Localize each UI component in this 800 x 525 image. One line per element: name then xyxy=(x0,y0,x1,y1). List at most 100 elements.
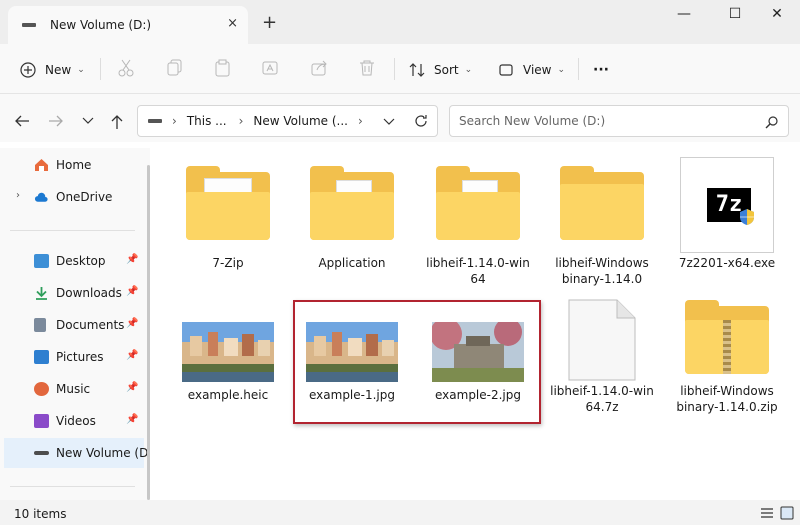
refresh-icon[interactable] xyxy=(414,114,428,128)
drive-icon xyxy=(22,23,36,27)
pin-icon: 📌 xyxy=(126,318,139,329)
sidebar-item-onedrive[interactable]: › OneDrive xyxy=(4,182,144,212)
details-view-icon[interactable] xyxy=(760,506,774,520)
file-name-line1: libheif-1.14.0-win xyxy=(426,256,530,270)
pin-icon: 📌 xyxy=(126,382,139,393)
sidebar-item-label: Music xyxy=(56,382,91,396)
pin-icon: 📌 xyxy=(126,414,139,425)
divider xyxy=(10,230,135,231)
sidebar-item-downloads[interactable]: Downloads 📌 xyxy=(4,278,144,308)
exe-icon: 7z xyxy=(680,157,774,253)
view-button[interactable]: View ⌄ xyxy=(498,58,565,82)
sidebar-item-home[interactable]: Home xyxy=(4,150,144,180)
sidebar-item-label: Downloads xyxy=(56,286,122,300)
address-bar[interactable]: › This ... › New Volume (... › xyxy=(137,105,438,137)
file-item-libheif-7z[interactable]: libheif-1.14.0-win 64.7z xyxy=(547,298,657,418)
view-icon xyxy=(499,64,513,76)
sidebar-item-label: Home xyxy=(56,158,92,172)
cloud-icon xyxy=(34,192,48,202)
file-name: 7-Zip xyxy=(212,256,244,270)
sidebar-item-label: Videos xyxy=(56,414,96,428)
sidebar-item-label: OneDrive xyxy=(56,190,113,204)
file-name-line2: 64.7z xyxy=(585,400,619,414)
cut-icon[interactable] xyxy=(118,59,134,77)
sidebar-item-label: Desktop xyxy=(56,254,106,268)
rename-icon[interactable] xyxy=(262,59,280,77)
photo-thumbnail xyxy=(182,322,274,382)
back-arrow-icon[interactable] xyxy=(14,114,30,128)
sidebar-item-new-volume[interactable]: New Volume (D:) xyxy=(4,438,157,468)
file-name: example.heic xyxy=(187,388,269,402)
command-bar: New ⌄ Sort ⌄ View ⌄ ··· xyxy=(0,44,800,94)
sidebar-item-pictures[interactable]: Pictures 📌 xyxy=(4,342,144,372)
forward-arrow-icon[interactable] xyxy=(48,114,64,128)
divider xyxy=(578,58,579,80)
pin-icon: 📌 xyxy=(126,350,139,361)
new-tab-button[interactable]: + xyxy=(262,12,277,33)
file-item-application[interactable]: Application xyxy=(297,160,407,280)
close-window-button[interactable]: ✕ xyxy=(757,6,797,28)
video-icon xyxy=(34,414,49,428)
chevron-down-icon: ⌄ xyxy=(77,65,85,75)
expand-chevron-icon[interactable]: › xyxy=(16,190,20,201)
search-icon[interactable] xyxy=(765,115,779,129)
search-box[interactable]: Search New Volume (D:) xyxy=(449,105,789,137)
tab-new-volume[interactable]: New Volume (D:) × xyxy=(8,6,248,44)
sort-button[interactable]: Sort ⌄ xyxy=(409,58,472,82)
divider xyxy=(394,58,395,80)
music-icon xyxy=(34,382,49,396)
file-item-libheif-win64[interactable]: libheif-1.14.0-win 64 xyxy=(423,160,533,286)
title-bar: New Volume (D:) × + — ☐ ✕ xyxy=(0,0,800,44)
document-icon xyxy=(34,318,46,332)
file-item-libheif-windows-binary[interactable]: libheif-Windows binary-1.14.0 xyxy=(547,160,657,286)
breadcrumb-new-volume[interactable]: New Volume (... xyxy=(253,114,348,128)
file-item-7zip[interactable]: 7-Zip xyxy=(173,160,283,280)
folder-icon xyxy=(310,166,394,240)
maximize-button[interactable]: ☐ xyxy=(715,6,755,28)
delete-icon[interactable] xyxy=(359,59,375,77)
address-history-chevron-icon[interactable] xyxy=(383,118,395,126)
file-name-line2: binary-1.14.0.zip xyxy=(676,400,778,414)
sidebar-item-label: New Volume (D:) xyxy=(56,446,158,460)
share-icon[interactable] xyxy=(311,59,329,77)
large-icons-view-icon[interactable] xyxy=(780,506,794,520)
paste-icon[interactable] xyxy=(215,59,231,77)
file-item-libheif-zip[interactable]: libheif-Windows binary-1.14.0.zip xyxy=(672,298,782,418)
breadcrumb-this-pc[interactable]: This ... xyxy=(187,114,227,128)
file-item-7z-installer[interactable]: 7z 7z2201-x64.exe xyxy=(672,155,782,280)
minimize-button[interactable]: — xyxy=(664,6,704,28)
folder-icon xyxy=(186,166,270,240)
file-name-line1: libheif-Windows xyxy=(555,256,649,270)
drive-icon xyxy=(34,451,49,455)
file-name: 7z2201-x64.exe xyxy=(678,256,776,270)
copy-icon[interactable] xyxy=(167,59,183,77)
chevron-down-icon: ⌄ xyxy=(557,65,566,75)
up-arrow-icon[interactable] xyxy=(110,114,124,130)
divider xyxy=(10,486,135,487)
sort-label: Sort xyxy=(434,63,459,77)
chevron-down-icon: ⌄ xyxy=(464,65,473,75)
item-count: 10 items xyxy=(14,507,67,521)
download-icon xyxy=(36,287,47,300)
plus-circle-icon xyxy=(20,62,36,78)
sidebar-item-label: Documents xyxy=(56,318,125,332)
sidebar-item-music[interactable]: Music 📌 xyxy=(4,374,144,404)
sidebar-item-desktop[interactable]: Desktop 📌 xyxy=(4,246,144,276)
pin-icon: 📌 xyxy=(126,286,139,297)
navigation-pane: Home › OneDrive Desktop 📌 Downloads 📌 Do… xyxy=(0,148,157,500)
folder-icon xyxy=(560,166,644,240)
sidebar-item-videos[interactable]: Videos 📌 xyxy=(4,406,144,436)
file-name-line2: binary-1.14.0 xyxy=(561,272,643,286)
search-placeholder: Search New Volume (D:) xyxy=(459,114,606,128)
close-tab-icon[interactable]: × xyxy=(227,16,238,31)
new-button[interactable]: New ⌄ xyxy=(20,58,85,82)
file-name: Application xyxy=(318,256,386,270)
status-bar: 10 items xyxy=(0,500,800,525)
breadcrumb-separator: › xyxy=(238,114,244,128)
recent-locations-chevron-icon[interactable] xyxy=(82,117,94,125)
file-item-example-heic[interactable]: example.heic xyxy=(173,318,283,408)
pin-icon: 📌 xyxy=(126,254,139,265)
tab-title: New Volume (D:) xyxy=(50,18,152,32)
more-options-button[interactable]: ··· xyxy=(593,58,609,82)
sidebar-item-documents[interactable]: Documents 📌 xyxy=(4,310,144,340)
